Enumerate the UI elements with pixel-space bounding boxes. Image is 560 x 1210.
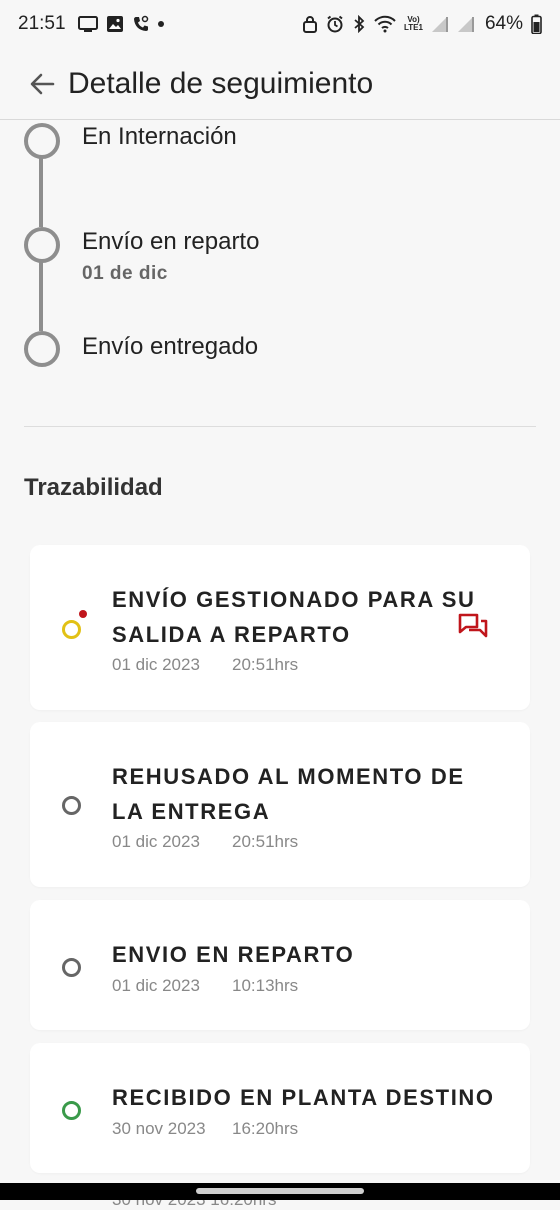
alarm-icon — [326, 15, 344, 33]
status-dot-icon — [62, 620, 81, 639]
event-date: 30 nov 2023 — [112, 1119, 206, 1138]
event-time: 10:13hrs — [232, 976, 299, 995]
status-dot-icon — [62, 1101, 81, 1120]
event-time: 16:20hrs — [232, 1119, 299, 1138]
timeline-node — [24, 331, 60, 367]
back-button[interactable] — [22, 64, 62, 104]
lte-icon: Vo) LTE1 — [404, 15, 423, 32]
status-bar: 21:51 Vo) LTE1 64% — [0, 0, 560, 48]
timeline-step-title: En Internación — [82, 123, 237, 150]
image-icon — [106, 15, 124, 33]
arrow-left-icon — [30, 73, 55, 94]
event-title: ENVIO EN REPARTO — [112, 942, 355, 967]
timeline-connector — [39, 261, 43, 331]
event-title: RECIBIDO EN PLANTA DESTINO — [112, 1085, 495, 1110]
bluetooth-icon — [352, 15, 366, 33]
signal-icon — [431, 15, 449, 33]
timeline-step-title: Envío en reparto — [82, 228, 260, 255]
home-indicator[interactable] — [196, 1188, 364, 1194]
notification-dot-icon — [79, 610, 87, 618]
timeline-node — [24, 227, 60, 263]
chat-button[interactable] — [458, 613, 488, 641]
event-title: ENVÍO GESTIONADO PARA SU SALIDA A REPART… — [112, 587, 476, 647]
signal-icon — [457, 15, 475, 33]
event-title: REHUSADO AL MOMENTO DE LA ENTREGA — [112, 764, 465, 824]
chat-icon — [458, 613, 488, 638]
status-dot-icon — [62, 796, 81, 815]
lock-icon — [302, 15, 318, 33]
event-time: 20:51hrs — [232, 655, 299, 674]
event-date: 01 dic 2023 — [112, 655, 200, 674]
battery-icon — [531, 14, 542, 34]
dot-icon — [157, 21, 164, 27]
event-date: 01 dic 2023 — [112, 976, 200, 995]
status-dot-icon — [62, 958, 81, 977]
event-date: 01 dic 2023 — [112, 832, 200, 851]
battery-percent: 64% — [484, 13, 523, 34]
section-title: Trazabilidad — [24, 474, 163, 501]
trace-event-card[interactable]: ENVÍO GESTIONADO PARA SU SALIDA A REPART… — [30, 545, 530, 710]
tracking-timeline: En Internación Envío en reparto 01 de di… — [0, 120, 560, 420]
phone-icon — [132, 15, 150, 33]
status-time: 21:51 — [18, 13, 66, 34]
trace-event-card[interactable]: ENVIO EN REPARTO 01 dic 2023 10:13hrs — [30, 900, 530, 1030]
timeline-node — [24, 123, 60, 159]
timeline-step-title: Envío entregado — [82, 333, 259, 360]
page-title: Detalle de seguimiento — [68, 66, 374, 100]
divider — [24, 426, 536, 427]
trace-event-card[interactable]: REHUSADO AL MOMENTO DE LA ENTREGA 01 dic… — [30, 722, 530, 887]
trace-event-card[interactable]: RECIBIDO EN PLANTA DESTINO 30 nov 2023 1… — [30, 1043, 530, 1173]
timeline-step-date: 01 de dic — [82, 263, 168, 284]
event-time: 20:51hrs — [232, 832, 299, 851]
tv-icon — [77, 15, 98, 33]
wifi-icon — [374, 15, 396, 33]
timeline-connector — [39, 155, 43, 227]
app-bar: Detalle de seguimiento — [0, 48, 560, 120]
